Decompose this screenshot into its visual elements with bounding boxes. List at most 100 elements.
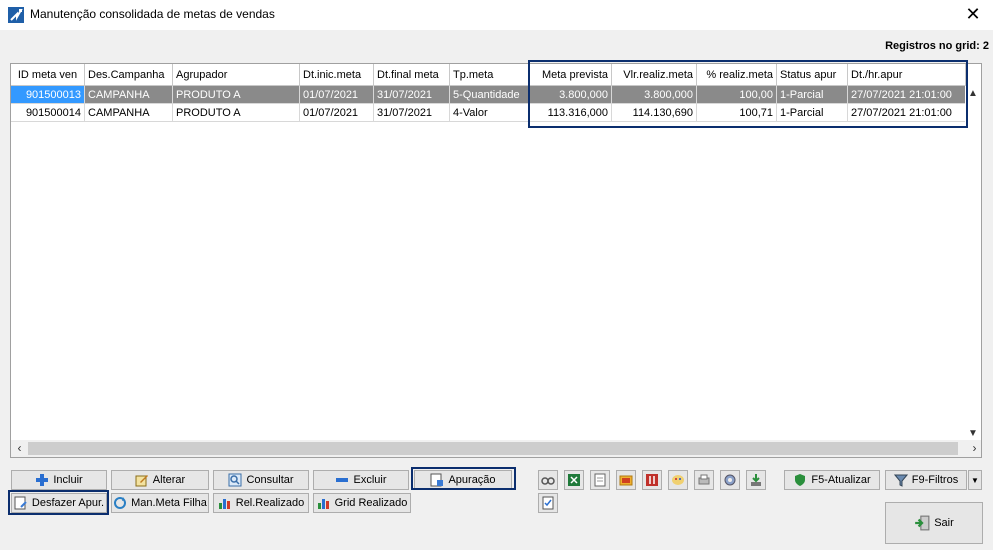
cell-vlr-realiz: 114.130,690 [612,104,697,122]
col-header-dt-final[interactable]: Dt.final meta [374,64,450,86]
cell-id: 901500014 [11,104,85,122]
sair-label: Sair [934,517,954,529]
cell-campanha: CAMPANHA [85,86,173,104]
col-header-vlr-realiz[interactable]: Vlr.realiz.meta [612,64,697,86]
refresh-icon [114,497,127,509]
sort-icon [646,474,658,486]
cell-pct-realiz: 100,00 [697,86,777,104]
horizontal-scroll-thumb[interactable] [28,442,958,455]
excluir-label: Excluir [353,474,387,486]
glasses-icon [541,477,555,485]
col-header-campanha[interactable]: Des.Campanha [85,64,173,86]
document-button[interactable] [590,470,610,490]
col-header-pct-realiz[interactable]: % realiz.meta [697,64,777,86]
cell-agrupador: PRODUTO A [173,104,300,122]
gear-icon [724,474,736,486]
view-button[interactable] [538,470,558,490]
cell-pct-realiz: 100,71 [697,104,777,122]
search-icon [228,473,242,487]
bar-chart-icon [218,499,230,509]
col-header-dt-hr-apur[interactable]: Dt./hr.apur [848,64,966,86]
atualizar-label: F5-Atualizar [811,474,871,486]
filter-icon [893,474,908,487]
desfazer-apur-button[interactable]: Desfazer Apur. [11,493,107,513]
grid-realizado-label: Grid Realizado [334,497,408,509]
col-header-dt-inic[interactable]: Dt.inic.meta [300,64,374,86]
minus-icon [336,478,349,482]
cell-meta-prevista: 113.316,000 [530,104,612,122]
print-button[interactable] [694,470,714,490]
rel-realizado-label: Rel.Realizado [235,497,305,509]
cell-dt-inic: 01/07/2021 [300,86,374,104]
sair-button[interactable]: Sair [885,502,983,544]
apuracao-button[interactable]: Apuração [414,470,512,490]
alterar-label: Alterar [152,474,186,486]
col-header-tp-meta[interactable]: Tp.meta [450,64,530,86]
consultar-button[interactable]: Consultar [213,470,309,490]
calc-icon [430,473,444,487]
palette-button[interactable] [668,470,688,490]
close-button[interactable]: ✕ [953,0,993,30]
filtros-label: F9-Filtros [911,474,959,486]
cell-tp-meta: 5-Quantidade [450,86,530,104]
print-icon [698,474,710,485]
grid-realizado-button[interactable]: Grid Realizado [313,493,411,513]
plus-icon [36,474,49,486]
col-header-id[interactable]: ID meta ven [11,64,85,86]
rel-realizado-button[interactable]: Rel.Realizado [213,493,309,513]
export-excel-button[interactable] [564,470,584,490]
man-meta-filha-button[interactable]: Man.Meta Filha [111,493,209,513]
excel-icon [568,474,580,486]
cell-dt-inic: 01/07/2021 [300,104,374,122]
cell-status: 1-Parcial [777,86,848,104]
checklist-button[interactable] [538,493,558,513]
col-header-meta-prevista[interactable]: Meta prevista [530,64,612,86]
grid-header: ID meta ven Des.Campanha Agrupador Dt.in… [11,64,981,86]
window-title: Manutenção consolidada de metas de venda… [30,7,275,21]
vertical-scrollbar[interactable]: ▲ ▼ [965,86,981,442]
col-header-status[interactable]: Status apur [777,64,848,86]
grid-chart-icon [317,499,329,509]
man-meta-filha-label: Man.Meta Filha [131,497,207,509]
cell-dt-final: 31/07/2021 [374,104,450,122]
cell-dt-hr-apur: 27/07/2021 21:01:00 [848,86,966,104]
atualizar-button[interactable]: F5-Atualizar [784,470,880,490]
horizontal-scrollbar[interactable]: ‹ › [11,440,981,457]
consultar-label: Consultar [246,474,294,486]
incluir-button[interactable]: Incluir [11,470,107,490]
document-icon [594,473,606,487]
table-row[interactable]: 901500013 CAMPANHA PRODUTO A 01/07/2021 … [11,86,966,104]
scroll-right-icon[interactable]: › [966,440,981,457]
data-grid[interactable]: ID meta ven Des.Campanha Agrupador Dt.in… [10,63,982,458]
edit-icon [135,475,148,487]
record-count: Registros no grid: 2 [885,40,989,52]
apuracao-label: Apuração [448,474,496,486]
download-button[interactable] [746,470,766,490]
cell-dt-final: 31/07/2021 [374,86,450,104]
filtros-dropdown[interactable]: ▼ [968,470,982,490]
app-icon [8,7,24,23]
exit-icon [915,515,930,531]
filtros-button[interactable]: F9-Filtros [885,470,967,490]
cell-agrupador: PRODUTO A [173,86,300,104]
alterar-button[interactable]: Alterar [111,470,209,490]
scroll-left-icon[interactable]: ‹ [11,440,28,457]
cell-campanha: CAMPANHA [85,104,173,122]
cell-dt-hr-apur: 27/07/2021 21:01:00 [848,104,966,122]
refresh-shield-icon [795,474,806,486]
excluir-button[interactable]: Excluir [313,470,409,490]
scroll-up-icon[interactable]: ▲ [965,86,981,102]
cell-meta-prevista: 3.800,000 [530,86,612,104]
checklist-icon [542,496,554,510]
palette-icon [672,475,684,485]
cell-vlr-realiz: 3.800,000 [612,86,697,104]
title-bar: Manutenção consolidada de metas de venda… [0,0,993,30]
folder-icon [619,475,633,486]
download-icon [751,474,761,486]
settings-button[interactable] [720,470,740,490]
table-row[interactable]: 901500014 CAMPANHA PRODUTO A 01/07/2021 … [11,104,966,122]
folder-button[interactable] [616,470,636,490]
col-header-agrupador[interactable]: Agrupador [173,64,300,86]
sort-button[interactable] [642,470,662,490]
desfazer-label: Desfazer Apur. [31,497,105,509]
